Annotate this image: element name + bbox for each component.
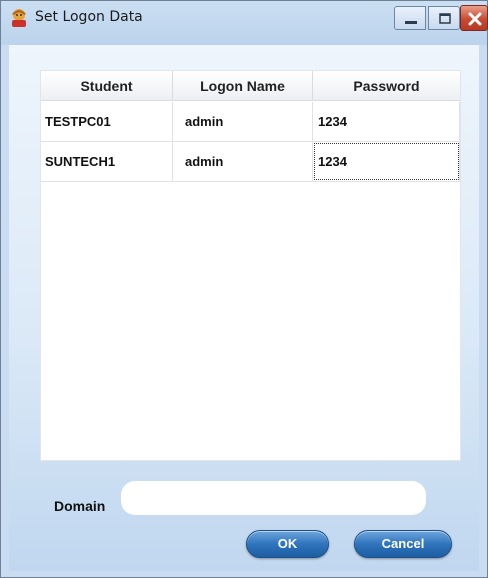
column-header-password[interactable]: Password: [313, 71, 460, 101]
table-row[interactable]: SUNTECH1 admin 1234: [41, 142, 460, 182]
student-cell[interactable]: SUNTECH1: [41, 142, 173, 181]
domain-label: Domain: [54, 498, 106, 514]
column-header-student[interactable]: Student: [41, 71, 173, 101]
logon-name-cell[interactable]: admin: [173, 102, 313, 141]
close-button[interactable]: [460, 5, 488, 31]
dialog-body: Student Logon Name Password TESTPC01 adm…: [9, 45, 479, 571]
student-cell[interactable]: TESTPC01: [41, 102, 173, 141]
ok-button[interactable]: OK: [246, 530, 329, 558]
logon-data-grid[interactable]: Student Logon Name Password TESTPC01 adm…: [40, 70, 461, 461]
column-header-logon-name[interactable]: Logon Name: [173, 71, 313, 101]
table-row[interactable]: TESTPC01 admin 1234: [41, 102, 460, 142]
close-icon: [468, 12, 482, 26]
maximize-button[interactable]: [428, 6, 460, 30]
domain-input[interactable]: [121, 481, 426, 515]
grid-header: Student Logon Name Password: [41, 71, 460, 101]
password-cell[interactable]: 1234: [313, 142, 460, 181]
minimize-icon: [405, 21, 417, 24]
minimize-button[interactable]: [394, 6, 426, 30]
window-title: Set Logon Data: [35, 9, 143, 25]
app-icon: [12, 9, 26, 27]
logon-name-cell[interactable]: admin: [173, 142, 313, 181]
maximize-icon: [439, 13, 451, 24]
cancel-button[interactable]: Cancel: [354, 530, 452, 558]
set-logon-data-window: Set Logon Data Student Logon Name Passwo…: [0, 0, 488, 578]
password-cell[interactable]: 1234: [313, 102, 460, 141]
title-bar[interactable]: Set Logon Data: [1, 1, 488, 45]
